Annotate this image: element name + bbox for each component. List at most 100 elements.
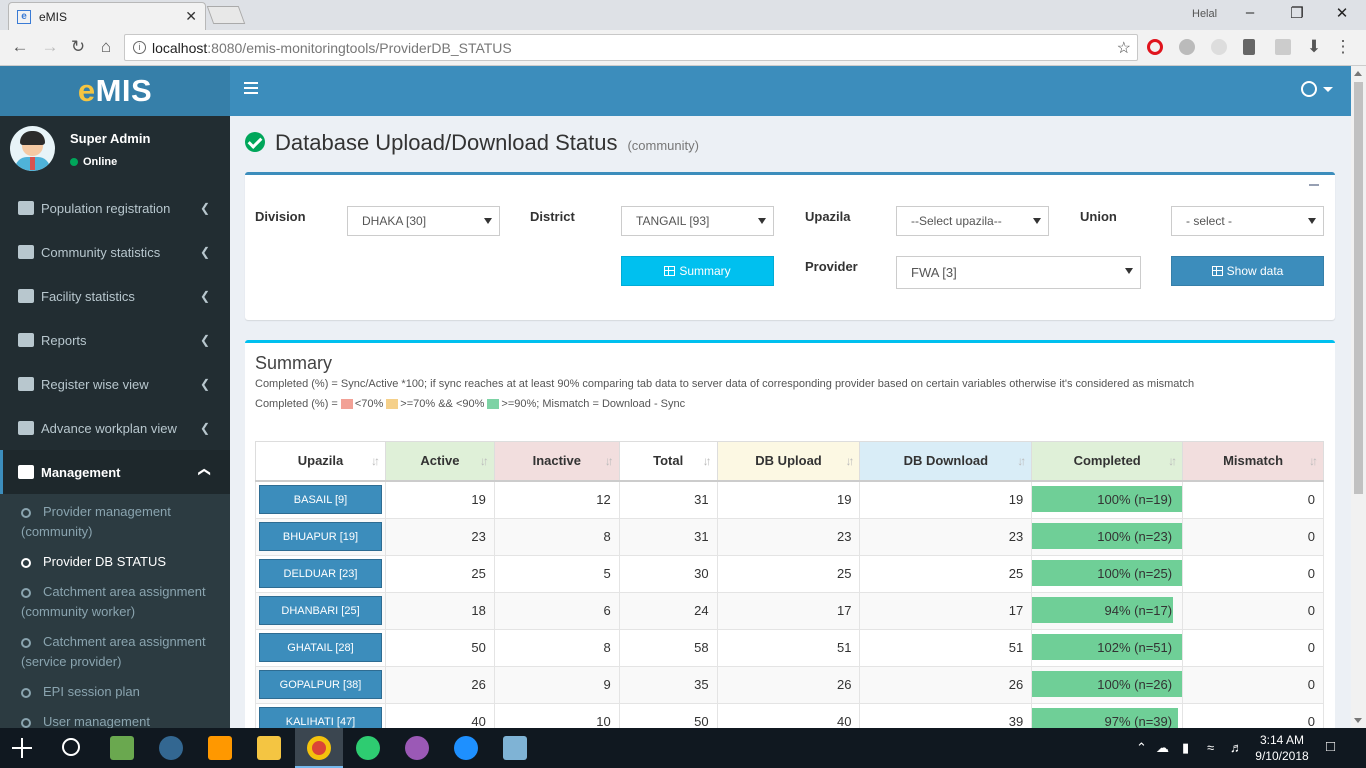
taskbar-chrome-icon[interactable] bbox=[307, 736, 331, 760]
submenu-catchment-community[interactable]: Catchment area assignment (community wor… bbox=[0, 577, 230, 627]
sidebar-toggle-icon[interactable] bbox=[244, 82, 258, 97]
windows-start-icon[interactable] bbox=[12, 738, 32, 758]
upazila-button[interactable]: KALIHATI [47] bbox=[259, 707, 382, 728]
window-user-label: Helal bbox=[1192, 8, 1218, 20]
chevron-left-icon: ❮ bbox=[199, 245, 210, 259]
show-data-button[interactable]: Show data bbox=[1171, 256, 1324, 286]
active-cell: 23 bbox=[385, 517, 495, 556]
mismatch-cell: 0 bbox=[1182, 665, 1324, 704]
reload-icon[interactable]: ↻ bbox=[67, 37, 89, 57]
wrench-icon bbox=[18, 465, 34, 479]
taskbar-virtualbox-icon[interactable] bbox=[503, 736, 527, 760]
site-info-icon[interactable]: i bbox=[133, 41, 146, 54]
logo-e: e bbox=[77, 73, 96, 108]
download-cell: 23 bbox=[859, 517, 1033, 556]
division-label: Division bbox=[255, 209, 306, 224]
scroll-up-icon[interactable] bbox=[1354, 71, 1362, 76]
new-tab-button[interactable] bbox=[206, 6, 246, 24]
download-cell: 25 bbox=[859, 554, 1033, 593]
url-bar[interactable]: i localhost:8080/emis-monitoringtools/Pr… bbox=[124, 34, 1138, 61]
sidebar-item-community-statistics[interactable]: Community statistics ❮ bbox=[0, 230, 230, 274]
division-select[interactable]: DHAKA [30] bbox=[347, 206, 500, 236]
upazila-button[interactable]: DELDUAR [23] bbox=[259, 559, 382, 588]
upazila-button[interactable]: BASAIL [9] bbox=[259, 485, 382, 514]
column-header[interactable]: Active ↓↑ bbox=[385, 441, 495, 482]
tray-chevron-icon[interactable]: ⌃ bbox=[1136, 740, 1147, 756]
scrollbar-thumb[interactable] bbox=[1354, 82, 1363, 494]
taskbar-postgres-icon[interactable] bbox=[159, 736, 183, 760]
page-scrollbar[interactable] bbox=[1351, 66, 1366, 728]
column-header[interactable]: Total ↓↑ bbox=[618, 441, 718, 482]
provider-select[interactable]: FWA [3] bbox=[896, 256, 1141, 289]
submenu-provider-db-status[interactable]: Provider DB STATUS bbox=[0, 547, 230, 577]
restore-icon[interactable]: ❐ bbox=[1282, 4, 1312, 22]
bookmark-star-icon[interactable]: ☆ bbox=[1117, 38, 1131, 58]
upazila-button[interactable]: BHUAPUR [19] bbox=[259, 522, 382, 551]
submenu-epi-session-plan[interactable]: EPI session plan bbox=[0, 677, 230, 707]
minimize-icon[interactable]: – bbox=[1235, 4, 1265, 21]
taskbar-explorer-icon[interactable] bbox=[257, 736, 281, 760]
download-cell: 19 bbox=[859, 480, 1033, 519]
tab-close-icon[interactable]: ✕ bbox=[185, 8, 197, 25]
sidebar-item-population-registration[interactable]: Population registration ❮ bbox=[0, 186, 230, 230]
globe-extension-icon[interactable] bbox=[1179, 39, 1195, 55]
submenu-provider-management[interactable]: Provider management (community) bbox=[0, 497, 230, 547]
summary-button[interactable]: Summary bbox=[621, 256, 774, 286]
upazila-cell: GOPALPUR [38] bbox=[255, 665, 386, 704]
taskbar-edge-icon[interactable] bbox=[454, 736, 478, 760]
column-header[interactable]: Inactive ↓↑ bbox=[493, 441, 620, 482]
taskbar-clock[interactable]: 3:14 AM 9/10/2018 bbox=[1252, 732, 1312, 764]
scroll-down-icon[interactable] bbox=[1354, 718, 1362, 723]
notifications-icon[interactable]: □ bbox=[1326, 738, 1335, 755]
sidebar-item-management[interactable]: Management ❮ bbox=[0, 450, 230, 494]
cortana-icon[interactable] bbox=[62, 738, 80, 756]
extension-icon[interactable] bbox=[1211, 39, 1227, 55]
onedrive-icon[interactable]: ☁ bbox=[1156, 740, 1169, 756]
upazila-button[interactable]: GHATAIL [28] bbox=[259, 633, 382, 662]
user-account-menu[interactable] bbox=[1301, 81, 1333, 97]
browser-tab[interactable]: e eMIS ✕ bbox=[8, 2, 206, 30]
sidebar-item-advance-workplan-view[interactable]: Advance workplan view ❮ bbox=[0, 406, 230, 450]
column-header[interactable]: DB Upload ↓↑ bbox=[716, 441, 861, 482]
home-icon[interactable]: ⌂ bbox=[95, 37, 117, 57]
sidebar-item-reports[interactable]: Reports ❮ bbox=[0, 318, 230, 362]
upazila-button[interactable]: DHANBARI [25] bbox=[259, 596, 382, 625]
app-logo[interactable]: eMIS bbox=[0, 66, 230, 116]
completed-cell: 100% (n=23) bbox=[1031, 517, 1184, 556]
completed-cell: 100% (n=19) bbox=[1031, 480, 1184, 519]
page-subtitle: (community) bbox=[627, 138, 699, 153]
cube-extension-icon[interactable] bbox=[1275, 39, 1291, 55]
address-toolbar: ← → ↻ ⌂ i localhost:8080/emis-monitoring… bbox=[0, 30, 1366, 66]
online-dot-icon bbox=[70, 158, 78, 166]
union-select[interactable]: - select - bbox=[1171, 206, 1324, 236]
upazila-select[interactable]: --Select upazila-- bbox=[896, 206, 1049, 236]
district-select[interactable]: TANGAIL [93] bbox=[621, 206, 774, 236]
window-close-icon[interactable]: ✕ bbox=[1327, 4, 1357, 22]
sidebar-item-register-wise-view[interactable]: Register wise view ❮ bbox=[0, 362, 230, 406]
chevron-left-icon: ❮ bbox=[199, 201, 210, 215]
column-header[interactable]: DB Download ↓↑ bbox=[859, 441, 1033, 482]
submenu-user-management[interactable]: User management bbox=[0, 707, 230, 728]
download-icon[interactable]: ⬇ bbox=[1303, 37, 1325, 57]
wifi-icon[interactable]: ≈ bbox=[1207, 740, 1214, 755]
upazila-button[interactable]: GOPALPUR [38] bbox=[259, 670, 382, 699]
sidebar-item-facility-statistics[interactable]: Facility statistics ❮ bbox=[0, 274, 230, 318]
column-header[interactable]: Completed ↓↑ bbox=[1031, 441, 1184, 482]
taskbar-sublime-icon[interactable] bbox=[208, 736, 232, 760]
user-circle-icon bbox=[1301, 81, 1317, 97]
submenu-catchment-service[interactable]: Catchment area assignment (service provi… bbox=[0, 627, 230, 677]
taskbar-paint-icon[interactable] bbox=[405, 736, 429, 760]
upload-cell: 40 bbox=[716, 702, 861, 728]
column-header[interactable]: Mismatch ↓↑ bbox=[1182, 441, 1324, 482]
collapse-icon[interactable] bbox=[1309, 184, 1319, 186]
eyedropper-extension-icon[interactable] bbox=[1243, 39, 1255, 55]
column-header[interactable]: Upazila ↓↑ bbox=[255, 441, 386, 482]
taskbar-app-chart-icon[interactable] bbox=[110, 736, 134, 760]
volume-icon[interactable]: ♬ bbox=[1230, 740, 1243, 755]
chrome-menu-icon[interactable]: ⋮ bbox=[1332, 37, 1354, 57]
back-icon[interactable]: ← bbox=[9, 37, 31, 57]
opera-extension-icon[interactable] bbox=[1147, 39, 1163, 55]
forward-icon[interactable]: → bbox=[39, 37, 61, 57]
taskbar-atom-icon[interactable] bbox=[356, 736, 380, 760]
battery-icon[interactable]: ▮ bbox=[1182, 740, 1189, 756]
